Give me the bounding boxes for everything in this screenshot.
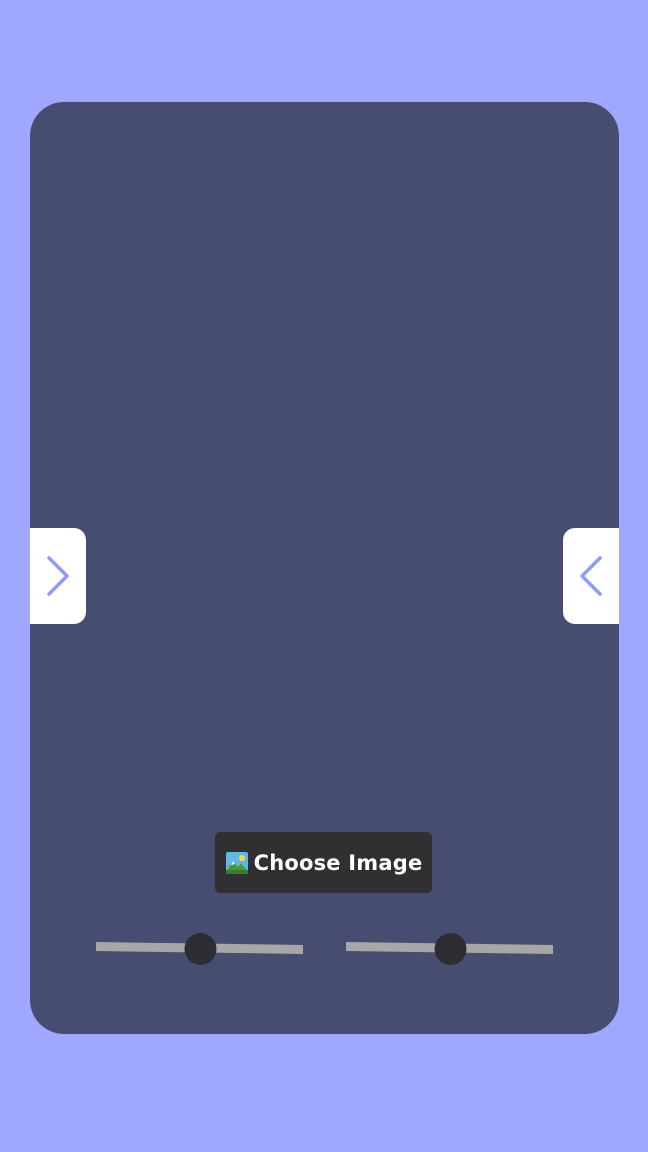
- choose-image-label: Choose Image: [253, 850, 423, 875]
- picture-icon: [225, 851, 248, 874]
- image-preview-area: [30, 102, 619, 1034]
- image-card: [30, 102, 619, 1034]
- slider-thumb[interactable]: [184, 933, 217, 965]
- slider-2[interactable]: [346, 932, 554, 966]
- chevron-right-icon: [47, 556, 69, 596]
- previous-button[interactable]: [563, 528, 619, 624]
- chevron-left-icon: [580, 556, 602, 596]
- slider-1[interactable]: [96, 932, 304, 966]
- next-button[interactable]: [30, 528, 86, 624]
- choose-image-button[interactable]: Choose Image: [215, 832, 432, 893]
- slider-thumb[interactable]: [434, 933, 467, 965]
